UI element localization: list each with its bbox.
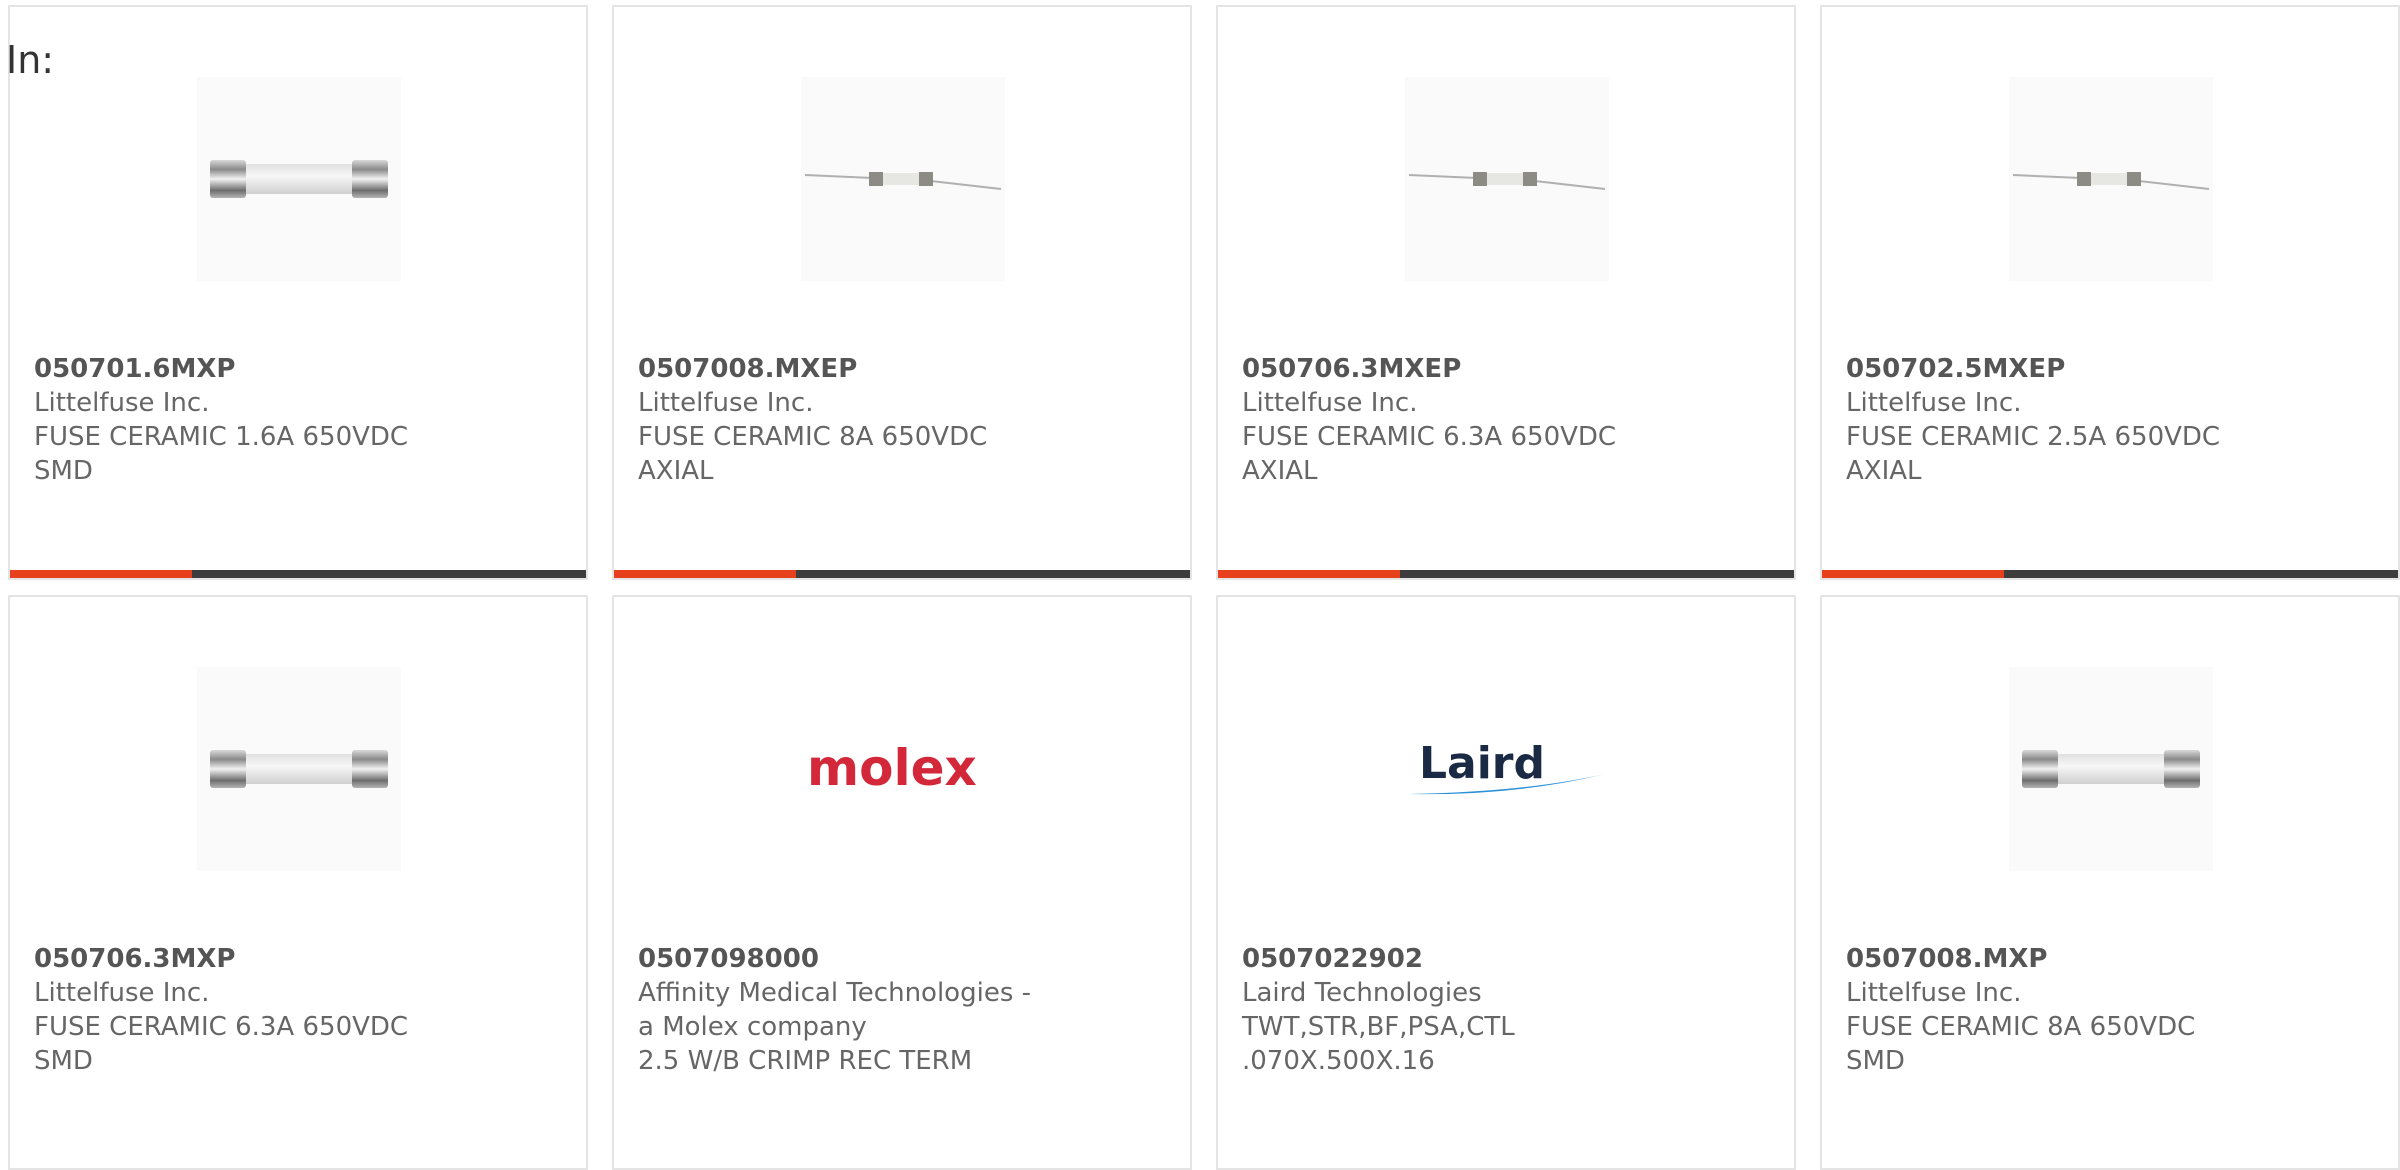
axial-fuse-icon xyxy=(1405,77,1609,281)
description: FUSE CERAMIC 6.3A 650VDC AXIAL xyxy=(1242,422,1617,486)
description: 2.5 W/B CRIMP REC TERM xyxy=(638,1046,973,1076)
part-number[interactable]: 050701.6MXP xyxy=(34,352,434,386)
manufacturer: Littelfuse Inc. xyxy=(638,388,814,418)
laird-logo-text: Laird xyxy=(1419,738,1545,789)
part-number[interactable]: 0507098000 xyxy=(638,942,1038,976)
card-bar xyxy=(1822,570,2398,578)
laird-logo: Laird xyxy=(1405,667,1609,871)
description: TWT,STR,BF,PSA,CTL .070X.500X.16 xyxy=(1242,1012,1515,1076)
part-number[interactable]: 0507022902 xyxy=(1242,942,1642,976)
molex-logo: molex xyxy=(801,667,1005,871)
description: FUSE CERAMIC 8A 650VDC SMD xyxy=(1846,1012,2196,1076)
in-label: In: xyxy=(6,38,55,82)
card-bar-accent xyxy=(1822,570,2004,578)
axial-fuse-icon xyxy=(801,77,1005,281)
manufacturer: Littelfuse Inc. xyxy=(34,978,210,1008)
manufacturer: Littelfuse Inc. xyxy=(1846,978,2022,1008)
manufacturer: Affinity Medical Technologies - a Molex … xyxy=(638,978,1032,1042)
part-number[interactable]: 050706.3MXEP xyxy=(1242,352,1642,386)
product-card[interactable]: 0507008.MXP Littelfuse Inc. FUSE CERAMIC… xyxy=(1820,595,2400,1170)
description: FUSE CERAMIC 1.6A 650VDC SMD xyxy=(34,422,409,486)
part-number[interactable]: 0507008.MXP xyxy=(1846,942,2246,976)
manufacturer: Littelfuse Inc. xyxy=(1242,388,1418,418)
part-number[interactable]: 050706.3MXP xyxy=(34,942,434,976)
part-number[interactable]: 050702.5MXEP xyxy=(1846,352,2246,386)
manufacturer: Littelfuse Inc. xyxy=(1846,388,2022,418)
cartridge-fuse-icon xyxy=(197,77,401,281)
product-card[interactable]: 050702.5MXEP Littelfuse Inc. FUSE CERAMI… xyxy=(1820,5,2400,580)
product-card[interactable]: Laird 0507022902 Laird Technologies TWT,… xyxy=(1216,595,1796,1170)
card-bar xyxy=(10,570,586,578)
product-card[interactable]: molex 0507098000 Affinity Medical Techno… xyxy=(612,595,1192,1170)
molex-logo-text: molex xyxy=(807,739,977,797)
product-card[interactable]: 0507008.MXEP Littelfuse Inc. FUSE CERAMI… xyxy=(612,5,1192,580)
product-card[interactable]: 050706.3MXEP Littelfuse Inc. FUSE CERAMI… xyxy=(1216,5,1796,580)
product-card[interactable]: 050701.6MXP Littelfuse Inc. FUSE CERAMIC… xyxy=(8,5,588,580)
manufacturer: Littelfuse Inc. xyxy=(34,388,210,418)
manufacturer: Laird Technologies xyxy=(1242,978,1482,1008)
cartridge-fuse-icon xyxy=(2009,667,2213,871)
part-number[interactable]: 0507008.MXEP xyxy=(638,352,1038,386)
card-bar xyxy=(614,570,1190,578)
axial-fuse-icon xyxy=(2009,77,2213,281)
card-bar-accent xyxy=(614,570,796,578)
card-bar xyxy=(1218,570,1794,578)
cartridge-fuse-icon xyxy=(197,667,401,871)
card-bar-accent xyxy=(1218,570,1400,578)
description: FUSE CERAMIC 8A 650VDC AXIAL xyxy=(638,422,988,486)
description: FUSE CERAMIC 6.3A 650VDC SMD xyxy=(34,1012,409,1076)
product-card[interactable]: 050706.3MXP Littelfuse Inc. FUSE CERAMIC… xyxy=(8,595,588,1170)
description: FUSE CERAMIC 2.5A 650VDC AXIAL xyxy=(1846,422,2221,486)
card-bar-accent xyxy=(10,570,192,578)
